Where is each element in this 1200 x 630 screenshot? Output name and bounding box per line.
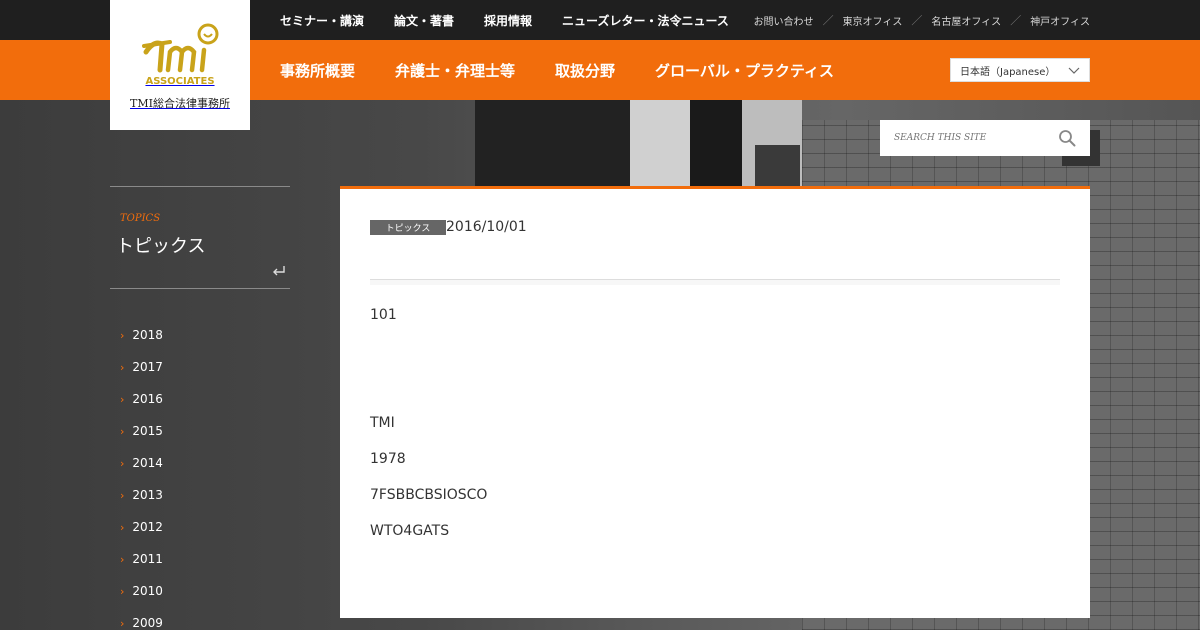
search-input[interactable]	[894, 133, 1054, 143]
tokyo-office-link[interactable]: 東京オフィス	[843, 13, 903, 28]
chevron-right-icon: ›	[120, 360, 125, 374]
article-paragraph: 101	[370, 307, 397, 323]
year-label: 2016	[132, 392, 163, 406]
top-nav-publications[interactable]: 論文・著書	[394, 12, 454, 29]
logo-mark-text: ASSOCIATES	[145, 76, 215, 87]
hero-photo-light-block	[630, 100, 690, 186]
main-nav: 事務所概要 弁護士・弁理士等 取扱分野 グローバル・プラクティス	[280, 40, 874, 100]
site-logo[interactable]: ASSOCIATES TMI総合法律事務所	[110, 0, 250, 130]
year-label: 2015	[132, 424, 163, 438]
year-label: 2014	[132, 456, 163, 470]
article-card: トピックス 2016/10/01 101 TMI 1978 7FSBBCBSIO…	[340, 186, 1090, 618]
article-paragraph: TMI	[370, 415, 395, 431]
link-separator: ／	[911, 14, 923, 27]
hero-photo-shadow	[755, 145, 800, 186]
chevron-down-icon	[1068, 67, 1080, 74]
chevron-right-icon: ›	[120, 392, 125, 406]
sidebar-kicker: TOPICS	[120, 213, 161, 224]
return-icon[interactable]	[272, 264, 286, 276]
sidebar-rule-top	[110, 186, 290, 187]
hero-photo-dark-column	[690, 100, 742, 186]
main-nav-practices[interactable]: 取扱分野	[555, 60, 615, 81]
hero-photo-dark-block	[475, 100, 630, 186]
language-select-value: 日本語（Japanese）	[960, 66, 1056, 78]
top-nav-seminar[interactable]: セミナー・講演	[280, 12, 364, 29]
article-paragraph: WTO4GATS	[370, 523, 450, 539]
top-utility-links: お問い合わせ ／ 東京オフィス ／ 名古屋オフィス ／ 神戸オフィス	[754, 0, 1090, 40]
main-nav-global[interactable]: グローバル・プラクティス	[655, 60, 834, 81]
main-nav-lawyers[interactable]: 弁護士・弁理士等	[395, 60, 515, 81]
chevron-right-icon: ›	[120, 616, 125, 630]
top-nav-newsletter[interactable]: ニューズレター・法令ニュース	[562, 12, 729, 29]
year-item-2011[interactable]: › 2011	[110, 543, 290, 575]
year-item-2018[interactable]: › 2018	[110, 319, 290, 351]
year-item-2016[interactable]: › 2016	[110, 383, 290, 415]
category-badge[interactable]: トピックス	[370, 219, 446, 235]
link-separator: ／	[822, 14, 834, 27]
chevron-right-icon: ›	[120, 520, 125, 534]
year-item-2009[interactable]: › 2009	[110, 607, 290, 630]
year-label: 2017	[132, 360, 163, 374]
link-separator: ／	[1010, 14, 1022, 27]
chevron-right-icon: ›	[120, 488, 125, 502]
firm-name: TMI総合法律事務所	[130, 97, 230, 110]
year-item-2010[interactable]: › 2010	[110, 575, 290, 607]
tmi-logo-mark-icon	[142, 23, 219, 73]
year-label: 2018	[132, 328, 163, 342]
year-item-2012[interactable]: › 2012	[110, 511, 290, 543]
chevron-right-icon: ›	[120, 552, 125, 566]
top-nav-careers[interactable]: 採用情報	[484, 12, 532, 29]
article-date: 2016/10/01	[446, 219, 527, 235]
language-select[interactable]: 日本語（Japanese）	[950, 58, 1090, 82]
sidebar-heading: トピックス	[116, 236, 206, 257]
year-label: 2011	[132, 552, 163, 566]
year-label: 2010	[132, 584, 163, 598]
year-item-2015[interactable]: › 2015	[110, 415, 290, 447]
chevron-right-icon: ›	[120, 424, 125, 438]
year-list: › 2018 › 2017 › 2016 › 2015 › 2014 › 2013 › 201…	[110, 319, 290, 630]
kobe-office-link[interactable]: 神戸オフィス	[1030, 13, 1090, 28]
year-item-2013[interactable]: › 2013	[110, 479, 290, 511]
chevron-right-icon: ›	[120, 584, 125, 598]
article-paragraph: 1978	[370, 451, 406, 467]
article-meta: トピックス 2016/10/01	[370, 219, 527, 235]
article-paragraph: 7FSBBCBSIOSCO	[370, 487, 488, 503]
sidebar-rule-bottom	[110, 288, 290, 289]
search-icon[interactable]	[1058, 129, 1076, 147]
chevron-right-icon: ›	[120, 456, 125, 470]
year-item-2014[interactable]: › 2014	[110, 447, 290, 479]
article-divider	[370, 279, 1060, 285]
year-item-2017[interactable]: › 2017	[110, 351, 290, 383]
year-label: 2009	[132, 616, 163, 630]
top-nav: セミナー・講演 論文・著書 採用情報 ニューズレター・法令ニュース	[280, 0, 759, 40]
main-nav-about[interactable]: 事務所概要	[280, 60, 355, 81]
year-label: 2013	[132, 488, 163, 502]
sidebar: TOPICS トピックス › 2018 › 2017 › 2016 › 2015 › 20…	[110, 186, 290, 630]
contact-link[interactable]: お問い合わせ	[754, 13, 814, 28]
nagoya-office-link[interactable]: 名古屋オフィス	[931, 13, 1001, 28]
year-label: 2012	[132, 520, 163, 534]
chevron-right-icon: ›	[120, 328, 125, 342]
site-search	[880, 120, 1090, 156]
